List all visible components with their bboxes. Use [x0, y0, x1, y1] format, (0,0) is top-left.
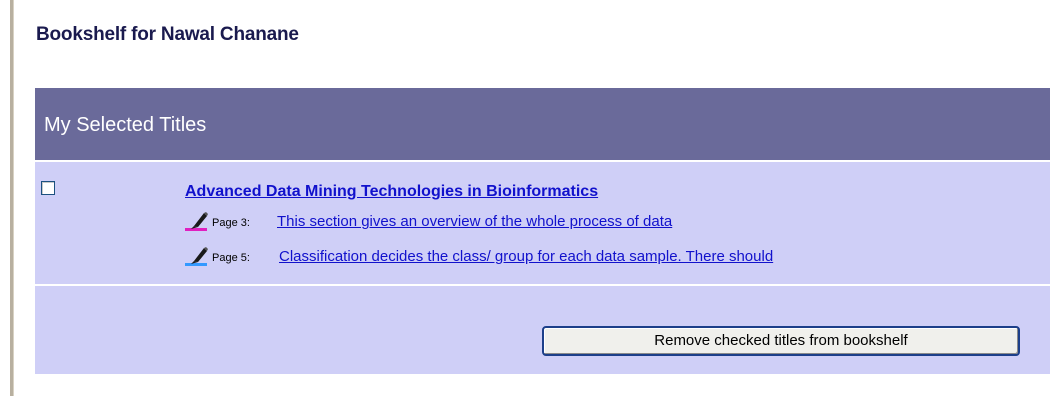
page-title: Bookshelf for Nawal Chanane: [36, 24, 299, 45]
book-select-checkbox[interactable]: [41, 181, 55, 195]
bookshelf-panel: My Selected Titles Advanced Data Mining …: [35, 88, 1050, 374]
book-title-link[interactable]: Advanced Data Mining Technologies in Bio…: [185, 183, 598, 201]
note-link[interactable]: Classification decides the class/ group …: [279, 248, 773, 265]
panel-header-title: My Selected Titles: [44, 114, 207, 136]
note-page-label: Page 5:: [212, 252, 250, 264]
left-border-rule: [10, 0, 14, 396]
note-page-label: Page 3:: [212, 217, 250, 229]
book-row: Advanced Data Mining Technologies in Bio…: [35, 162, 1050, 286]
note-link[interactable]: This section gives an overview of the wh…: [277, 213, 672, 230]
pink-highlighter-pen-icon: [185, 212, 208, 231]
panel-header: My Selected Titles: [35, 88, 1050, 162]
remove-checked-titles-button[interactable]: Remove checked titles from bookshelf: [542, 326, 1020, 356]
blue-highlighter-pen-icon: [185, 247, 208, 266]
